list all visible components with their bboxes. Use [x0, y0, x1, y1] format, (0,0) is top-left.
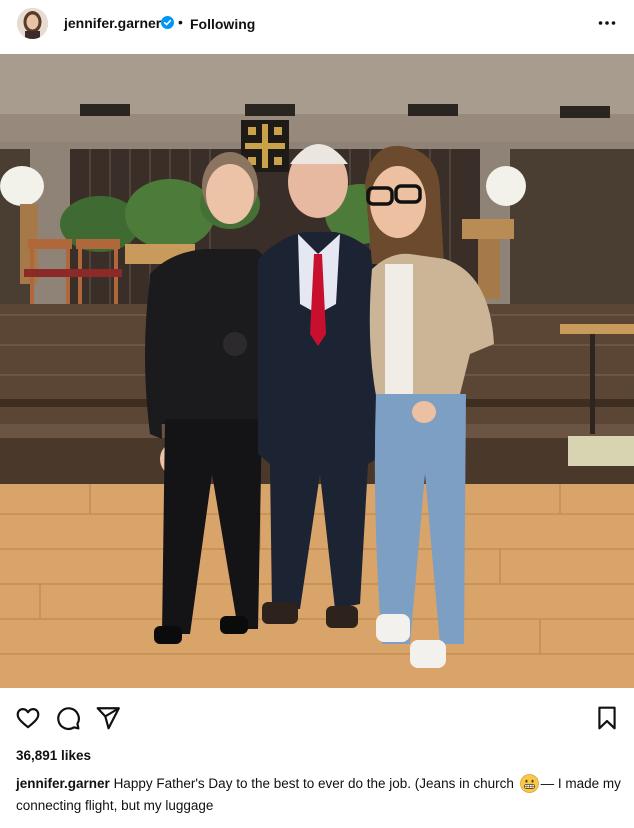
more-options-icon[interactable] [596, 12, 618, 34]
caption-username[interactable]: jennifer.garner [16, 776, 110, 791]
likes-count[interactable]: 36,891 likes [16, 748, 91, 763]
comment-icon[interactable] [55, 705, 81, 731]
share-icon[interactable] [95, 705, 121, 731]
post-caption: jennifer.garner Happy Father's Day to th… [16, 773, 622, 817]
grimacing-face-icon [519, 774, 539, 793]
post-photo[interactable] [0, 54, 634, 688]
verified-badge-icon [161, 16, 174, 29]
post-header: jennifer.garner • Following [0, 0, 634, 48]
post-username[interactable]: jennifer.garner [64, 15, 161, 31]
heart-icon[interactable] [15, 705, 41, 731]
following-button[interactable]: Following [190, 16, 255, 32]
separator-dot: • [178, 14, 183, 30]
photo-illustration [0, 54, 634, 688]
bookmark-icon[interactable] [594, 705, 620, 731]
caption-text-part1: Happy Father's Day to the best to ever d… [113, 776, 514, 791]
action-bar [0, 698, 634, 734]
avatar[interactable] [17, 8, 48, 39]
